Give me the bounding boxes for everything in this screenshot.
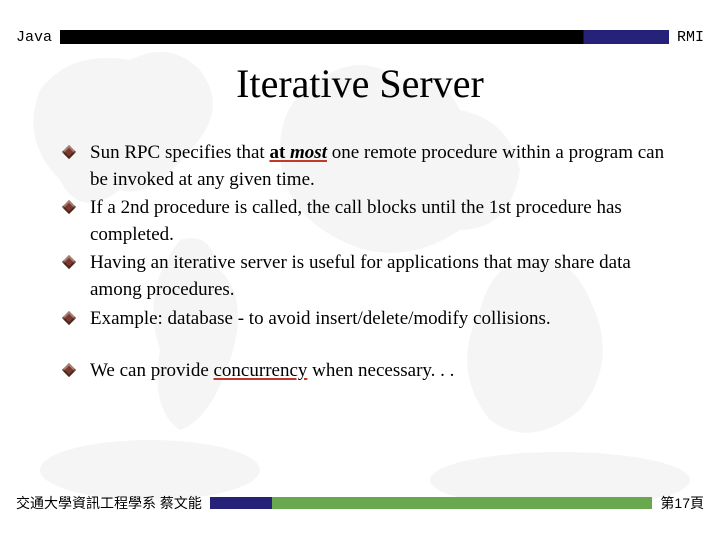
header-divider [60,30,669,44]
bullet-text: Example: database - to avoid insert/dele… [90,308,551,329]
bullet-item: If a 2nd procedure is called, the call b… [60,195,670,248]
header-left-label: Java [16,29,60,46]
bullet-text: If a 2nd procedure is called, the call b… [90,197,622,245]
slide-title: Iterative Server [0,60,720,107]
bullet-item: We can provide concurrency when necessar… [60,358,670,385]
bullet-text: when necessary. . . [307,360,454,381]
bullet-item: Example: database - to avoid insert/dele… [60,306,670,333]
bullet-emph: at [269,142,290,163]
bullet-text: Having an iterative server is useful for… [90,252,631,300]
footer-page-number: 第17頁 [652,493,704,513]
header-bar: Java RMI [16,28,704,46]
footer-bar: 交通大學資訊工程學系 蔡文能 第17頁 [16,494,704,512]
slide-body: Sun RPC specifies that at most one remot… [60,140,670,387]
bullet-item: Sun RPC specifies that at most one remot… [60,140,670,193]
bullet-text: We can provide [90,360,214,381]
spacer [60,334,670,358]
bullet-emph: most [290,142,327,163]
header-right-label: RMI [669,29,704,46]
bullet-text: Sun RPC specifies that [90,142,269,163]
bullet-emph: concurrency [214,360,308,381]
footer-left-label: 交通大學資訊工程學系 蔡文能 [16,493,210,513]
footer-divider [210,497,653,509]
bullet-group-2: We can provide concurrency when necessar… [60,358,670,385]
bullet-group-1: Sun RPC specifies that at most one remot… [60,140,670,332]
bullet-item: Having an iterative server is useful for… [60,250,670,303]
